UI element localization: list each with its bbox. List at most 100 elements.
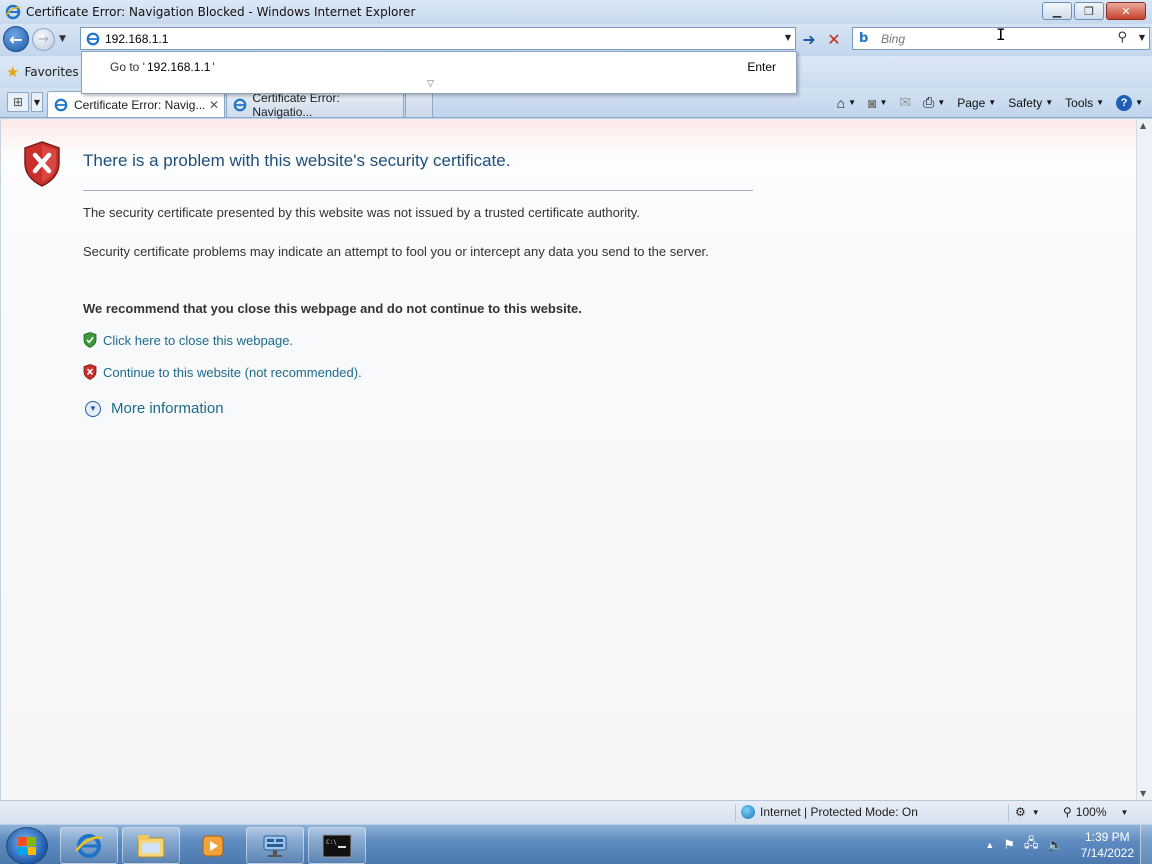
zoom-level: 100% <box>1075 805 1107 819</box>
read-mail-button[interactable]: ✉ <box>896 92 914 113</box>
address-dropdown-icon[interactable]: ▼ <box>785 33 791 42</box>
close-webpage-link[interactable]: Click here to close this webpage. <box>103 333 293 348</box>
back-arrow-icon: ← <box>9 29 23 49</box>
vertical-scrollbar[interactable]: ▲ ▼ <box>1136 119 1152 800</box>
command-prompt-icon: C:\ <box>322 834 352 857</box>
taskbar-server-manager[interactable] <box>246 827 304 864</box>
more-information-label: More information <box>111 400 224 417</box>
address-autocomplete: Go to ' 192.168.1.1 ' Enter ▽ <box>81 51 797 94</box>
page-content: There is a problem with this website's s… <box>0 119 1136 800</box>
show-desktop-button[interactable] <box>1140 825 1152 864</box>
autocomplete-goto-row[interactable]: Go to ' 192.168.1.1 ' Enter <box>82 56 796 78</box>
safety-menu[interactable]: Safety ▼ <box>1005 94 1056 112</box>
printer-icon: ⎙ <box>923 94 935 110</box>
page-menu[interactable]: Page ▼ <box>954 94 999 112</box>
stop-icon: ✕ <box>827 29 841 49</box>
home-icon: ⌂ <box>836 94 846 111</box>
goto-url: 192.168.1.1 <box>146 60 211 74</box>
address-input[interactable] <box>105 31 765 46</box>
expand-autocomplete-icon[interactable]: ▽ <box>427 79 434 89</box>
page-icon <box>85 31 101 47</box>
globe-icon <box>741 805 755 819</box>
forward-arrow-icon: → <box>38 32 49 47</box>
ie-icon <box>75 833 103 858</box>
address-bar[interactable]: ▼ <box>80 27 796 50</box>
taskbar-media-player[interactable] <box>184 827 242 864</box>
help-icon: ? <box>1116 94 1133 111</box>
window-controls: ▁ ❐ ✕ <box>1042 2 1146 20</box>
quick-tabs-button[interactable]: ⊞ <box>7 92 29 112</box>
green-shield-icon <box>83 332 97 348</box>
ie-icon <box>5 4 21 20</box>
close-tab-icon[interactable]: ✕ <box>209 98 219 112</box>
untrusted-authority-text: The security certificate presented by th… <box>83 205 640 220</box>
taskbar-internet-explorer[interactable] <box>60 827 118 864</box>
taskbar-windows-explorer[interactable] <box>122 827 180 864</box>
enter-hint: Enter <box>747 60 776 74</box>
recommendation-text: We recommend that you close this webpage… <box>83 301 582 316</box>
svg-text:C:\: C:\ <box>326 839 337 846</box>
network-icon[interactable]: 🖧 <box>1024 834 1039 856</box>
tab-list-dropdown[interactable]: ▼ <box>31 92 43 112</box>
minimize-button[interactable]: ▁ <box>1042 2 1072 20</box>
continue-link-row: Continue to this website (not recommende… <box>83 364 362 380</box>
stop-button[interactable]: ✕ <box>823 28 845 50</box>
red-shield-small-icon <box>83 364 97 380</box>
restore-button[interactable]: ❐ <box>1074 2 1104 20</box>
clock-date: 7/14/2022 <box>1080 846 1134 860</box>
zoom-button[interactable]: ⚲ 100% ▼ <box>1063 805 1128 819</box>
quick-tabs-icon: ⊞ <box>12 95 24 109</box>
mail-icon: ✉ <box>899 94 912 110</box>
text-cursor-icon: I <box>996 25 1006 44</box>
tab-certificate-error-2[interactable]: Certificate Error: Navigatio... <box>226 90 404 119</box>
tools-menu[interactable]: Tools ▼ <box>1062 94 1107 112</box>
status-separator <box>1008 804 1009 822</box>
heading-divider <box>83 190 753 191</box>
back-button[interactable]: ← <box>3 26 29 52</box>
server-manager-icon <box>263 835 287 857</box>
clock[interactable]: 1:39 PM 7/14/2022 <box>1081 829 1134 861</box>
scroll-up-icon[interactable]: ▲ <box>1140 121 1146 130</box>
gear-icon: ⚙ <box>1015 805 1026 819</box>
close-window-button[interactable]: ✕ <box>1106 2 1146 20</box>
action-center-flag-icon[interactable]: ⚑ <box>1003 837 1015 853</box>
search-options-dropdown[interactable]: ▼ <box>1139 33 1145 42</box>
favorites-label: Favorites <box>24 65 79 79</box>
continue-to-website-link[interactable]: Continue to this website (not recommende… <box>103 365 362 380</box>
home-button[interactable]: ⌂ ▼ <box>834 93 859 113</box>
search-input[interactable] <box>881 31 1101 46</box>
chevron-down-icon: ▼ <box>85 400 101 417</box>
tab-title: Certificate Error: Navig... <box>74 97 206 112</box>
star-icon: ★ <box>6 63 20 81</box>
feeds-button[interactable]: ◙ ▼ <box>865 93 890 113</box>
clock-time: 1:39 PM <box>1084 830 1130 844</box>
tab-certificate-error-1[interactable]: Certificate Error: Navig... ✕ <box>47 91 225 117</box>
status-bar: Internet | Protected Mode: On ⚙ ▼ ⚲ 100% … <box>0 800 1152 824</box>
speaker-muted-icon[interactable]: 🔈 <box>1047 837 1063 853</box>
favorites-button[interactable]: ★ Favorites <box>6 63 79 81</box>
tab-title: Certificate Error: Navigatio... <box>252 90 340 119</box>
new-tab-button[interactable] <box>405 91 433 117</box>
ie-tab-icon <box>233 98 248 112</box>
start-button[interactable] <box>6 827 48 864</box>
system-tray: ▲ ⚑ 🖧 🔈 1:39 PM 7/14/2022 <box>985 825 1152 864</box>
help-menu[interactable]: ? ▼ <box>1113 93 1146 113</box>
forward-button[interactable]: → <box>32 28 55 51</box>
print-button[interactable]: ⎙ ▼ <box>920 92 948 113</box>
rss-feed-icon: ◙ <box>867 94 877 111</box>
more-information-toggle[interactable]: ▼ More information <box>85 400 224 417</box>
go-button[interactable]: ➜ <box>798 28 820 50</box>
security-zone[interactable]: Internet | Protected Mode: On <box>741 805 918 819</box>
scroll-down-icon[interactable]: ▼ <box>1140 789 1146 798</box>
show-hidden-icons-icon[interactable]: ▲ <box>985 840 994 850</box>
security-zone-label: Internet | Protected Mode: On <box>760 805 918 819</box>
go-arrow-icon: ➜ <box>802 29 816 49</box>
window-title: Certificate Error: Navigation Blocked - … <box>26 5 416 19</box>
ie-tab-icon <box>54 98 70 112</box>
addons-button[interactable]: ⚙ ▼ <box>1015 805 1040 819</box>
recent-pages-dropdown[interactable]: ▼ <box>59 34 66 44</box>
bing-icon: b <box>859 31 869 46</box>
taskbar-command-prompt[interactable]: C:\ <box>308 827 366 864</box>
search-icon[interactable]: ⚲ <box>1117 30 1127 45</box>
taskbar: C:\ ▲ ⚑ 🖧 🔈 1:39 PM 7/14/2022 <box>0 824 1152 864</box>
